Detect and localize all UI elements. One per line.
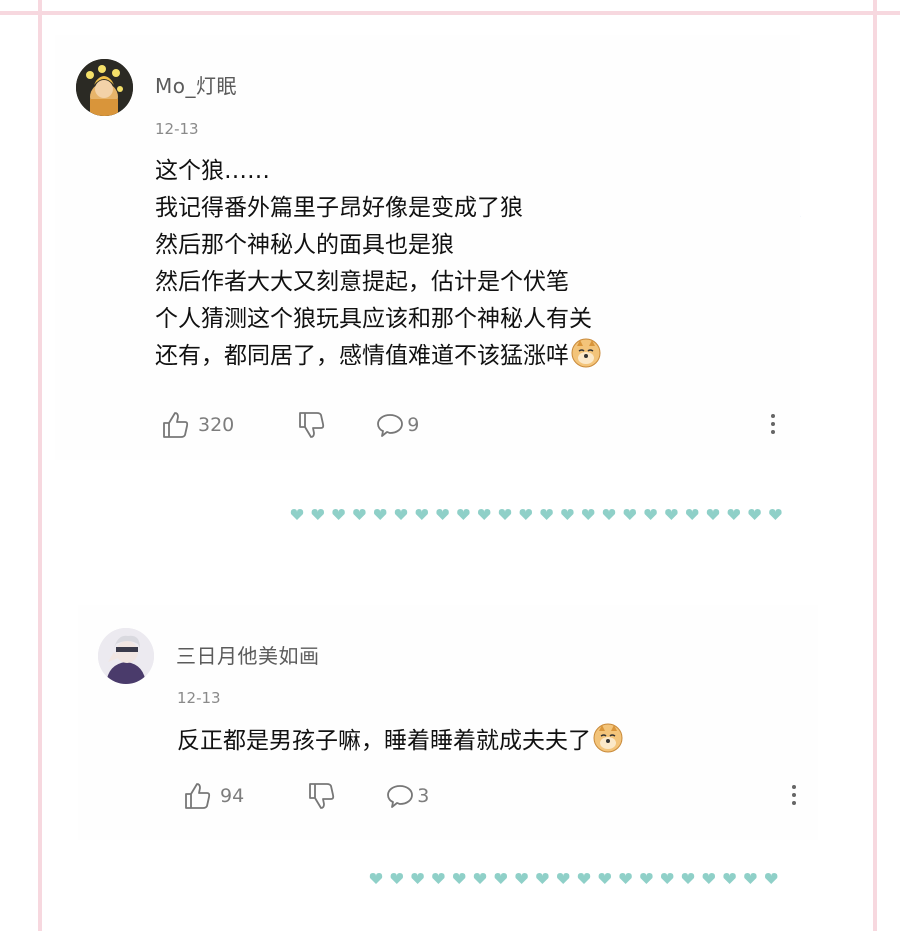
heart-icon xyxy=(727,509,740,520)
heart-icon xyxy=(561,509,574,520)
thumbs-down-icon xyxy=(299,412,325,438)
heart-icon xyxy=(702,873,715,884)
heart-divider xyxy=(369,873,778,884)
heart-icon xyxy=(515,873,528,884)
reply-count: 9 xyxy=(407,414,420,436)
heart-icon xyxy=(432,873,445,884)
comment-text: 这个狼…… 我记得番外篇里子昂好像是变成了狼 然后那个神秘人的面具也是狼 然后作… xyxy=(155,153,601,375)
dislike-button[interactable] xyxy=(306,781,336,811)
heart-icon xyxy=(602,509,616,520)
heart-icon xyxy=(394,509,408,520)
like-button[interactable]: 94 xyxy=(182,781,244,811)
frame-top-border xyxy=(0,11,900,15)
comment-username[interactable]: Mo_灯眠 xyxy=(155,70,237,99)
heart-icon xyxy=(390,873,403,884)
heart-icon xyxy=(353,509,366,520)
heart-icon xyxy=(686,509,699,520)
doge-emoji-icon xyxy=(593,723,623,753)
heart-icon xyxy=(744,873,757,884)
heart-icon xyxy=(369,873,383,884)
frame-right-border xyxy=(873,0,877,931)
heart-icon xyxy=(473,873,487,884)
heart-icon xyxy=(723,873,736,884)
heart-icon xyxy=(374,509,387,520)
comment-line: 这个狼…… xyxy=(155,158,270,184)
heart-icon xyxy=(436,509,449,520)
comment-actions: 94 3 xyxy=(182,781,429,811)
heart-icon xyxy=(519,509,532,520)
comment-actions: 320 9 xyxy=(160,410,419,440)
dislike-button[interactable] xyxy=(296,410,326,440)
heart-divider xyxy=(290,509,782,520)
heart-icon xyxy=(706,509,720,520)
more-vertical-icon[interactable] xyxy=(791,785,797,809)
comment-line: 然后那个神秘人的面具也是狼 xyxy=(155,232,454,258)
like-button[interactable]: 320 xyxy=(160,410,234,440)
comment-date: 12-13 xyxy=(177,689,221,707)
heart-icon xyxy=(665,509,678,520)
comment-line: 我记得番外篇里子昂好像是变成了狼 xyxy=(155,195,523,221)
more-vertical-icon[interactable] xyxy=(770,414,776,438)
thumbs-up-icon xyxy=(163,412,189,438)
heart-icon xyxy=(623,509,636,520)
comment-line: 然后作者大大又刻意提起，估计是个伏笔 xyxy=(155,269,569,295)
heart-icon xyxy=(619,873,632,884)
heart-icon xyxy=(536,873,549,884)
reply-button[interactable]: 3 xyxy=(385,781,429,811)
heart-icon xyxy=(765,873,778,884)
heart-icon xyxy=(748,509,761,520)
heart-icon xyxy=(453,873,466,884)
heart-icon xyxy=(457,509,470,520)
avatar[interactable] xyxy=(98,628,154,684)
frame-left-border xyxy=(38,0,42,931)
heart-icon xyxy=(769,509,782,520)
heart-icon xyxy=(494,873,507,884)
heart-icon xyxy=(332,509,345,520)
like-count: 94 xyxy=(220,785,245,807)
heart-icon xyxy=(540,509,553,520)
reply-count: 3 xyxy=(417,785,430,807)
heart-icon xyxy=(681,873,695,884)
heart-icon xyxy=(598,873,611,884)
heart-icon xyxy=(311,509,324,520)
comment-line: 反正都是男孩子嘛，睡着睡着就成夫夫了 xyxy=(177,728,591,754)
heart-icon xyxy=(644,509,657,520)
heart-icon xyxy=(577,873,591,884)
thumbs-up-icon xyxy=(185,783,211,809)
heart-icon xyxy=(661,873,674,884)
thumbs-down-icon xyxy=(309,783,335,809)
like-count: 320 xyxy=(198,414,235,436)
doge-emoji-icon xyxy=(571,338,601,368)
heart-icon xyxy=(582,509,595,520)
avatar[interactable] xyxy=(76,59,133,116)
heart-icon xyxy=(411,873,424,884)
comment-date: 12-13 xyxy=(155,120,199,138)
heart-icon xyxy=(640,873,653,884)
heart-icon xyxy=(557,873,570,884)
reply-button[interactable]: 9 xyxy=(375,410,419,440)
comment-bubble-icon xyxy=(387,785,414,808)
heart-icon xyxy=(498,509,512,520)
comment-line: 还有，都同居了，感情值难道不该猛涨咩 xyxy=(155,343,569,369)
heart-icon xyxy=(290,509,304,520)
comment-bubble-icon xyxy=(377,414,404,437)
heart-icon xyxy=(478,509,491,520)
comment-username[interactable]: 三日月他美如画 xyxy=(176,640,320,669)
heart-icon xyxy=(415,509,428,520)
comment-line: 个人猜测这个狼玩具应该和那个神秘人有关 xyxy=(155,306,592,332)
comment-text: 反正都是男孩子嘛，睡着睡着就成夫夫了 xyxy=(177,723,623,760)
